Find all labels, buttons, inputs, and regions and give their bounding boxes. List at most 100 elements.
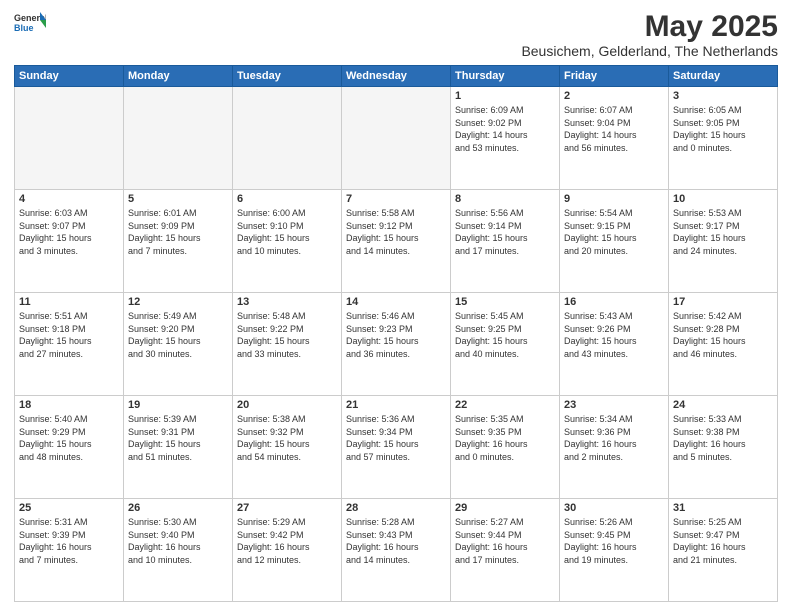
day-info: Sunrise: 6:07 AM Sunset: 9:04 PM Dayligh…: [564, 104, 664, 154]
calendar-cell: 16 Sunrise: 5:43 AM Sunset: 9:26 PM Dayli…: [560, 293, 669, 396]
calendar-title: May 2025: [521, 10, 778, 43]
header-sunday: Sunday: [15, 66, 124, 87]
calendar-cell: 28 Sunrise: 5:28 AM Sunset: 9:43 PM Dayli…: [342, 499, 451, 602]
day-info: Sunrise: 5:27 AM Sunset: 9:44 PM Dayligh…: [455, 516, 555, 566]
day-info: Sunrise: 5:53 AM Sunset: 9:17 PM Dayligh…: [673, 207, 773, 257]
logo-icon: General Blue: [14, 10, 46, 34]
day-number: 6: [237, 193, 337, 205]
calendar-cell: [342, 87, 451, 190]
calendar-week-5: 25 Sunrise: 5:31 AM Sunset: 9:39 PM Dayli…: [15, 499, 778, 602]
header-saturday: Saturday: [669, 66, 778, 87]
day-info: Sunrise: 5:36 AM Sunset: 9:34 PM Dayligh…: [346, 413, 446, 463]
calendar-cell: 20 Sunrise: 5:38 AM Sunset: 9:32 PM Dayli…: [233, 396, 342, 499]
calendar-cell: 5 Sunrise: 6:01 AM Sunset: 9:09 PM Daylig…: [124, 190, 233, 293]
calendar-cell: 18 Sunrise: 5:40 AM Sunset: 9:29 PM Dayli…: [15, 396, 124, 499]
logo: General Blue: [14, 10, 48, 34]
calendar-cell: 10 Sunrise: 5:53 AM Sunset: 9:17 PM Dayli…: [669, 190, 778, 293]
calendar-cell: 25 Sunrise: 5:31 AM Sunset: 9:39 PM Dayli…: [15, 499, 124, 602]
day-info: Sunrise: 5:43 AM Sunset: 9:26 PM Dayligh…: [564, 310, 664, 360]
day-number: 7: [346, 193, 446, 205]
day-info: Sunrise: 5:29 AM Sunset: 9:42 PM Dayligh…: [237, 516, 337, 566]
day-info: Sunrise: 5:25 AM Sunset: 9:47 PM Dayligh…: [673, 516, 773, 566]
day-number: 14: [346, 296, 446, 308]
calendar-cell: 21 Sunrise: 5:36 AM Sunset: 9:34 PM Dayli…: [342, 396, 451, 499]
day-info: Sunrise: 5:30 AM Sunset: 9:40 PM Dayligh…: [128, 516, 228, 566]
day-info: Sunrise: 5:49 AM Sunset: 9:20 PM Dayligh…: [128, 310, 228, 360]
calendar-cell: 19 Sunrise: 5:39 AM Sunset: 9:31 PM Dayli…: [124, 396, 233, 499]
day-info: Sunrise: 5:28 AM Sunset: 9:43 PM Dayligh…: [346, 516, 446, 566]
calendar-cell: 14 Sunrise: 5:46 AM Sunset: 9:23 PM Dayli…: [342, 293, 451, 396]
calendar-cell: [15, 87, 124, 190]
day-info: Sunrise: 5:34 AM Sunset: 9:36 PM Dayligh…: [564, 413, 664, 463]
calendar-week-3: 11 Sunrise: 5:51 AM Sunset: 9:18 PM Dayli…: [15, 293, 778, 396]
header-monday: Monday: [124, 66, 233, 87]
day-number: 20: [237, 399, 337, 411]
calendar-cell: [124, 87, 233, 190]
day-info: Sunrise: 5:45 AM Sunset: 9:25 PM Dayligh…: [455, 310, 555, 360]
day-info: Sunrise: 5:40 AM Sunset: 9:29 PM Dayligh…: [19, 413, 119, 463]
weekday-header-row: Sunday Monday Tuesday Wednesday Thursday…: [15, 66, 778, 87]
day-info: Sunrise: 5:48 AM Sunset: 9:22 PM Dayligh…: [237, 310, 337, 360]
day-number: 31: [673, 502, 773, 514]
day-number: 27: [237, 502, 337, 514]
calendar-week-1: 1 Sunrise: 6:09 AM Sunset: 9:02 PM Daylig…: [15, 87, 778, 190]
day-number: 17: [673, 296, 773, 308]
calendar-cell: 3Sunrise: 6:05 AM Sunset: 9:05 PM Daylig…: [669, 87, 778, 190]
calendar-cell: 9Sunrise: 5:54 AM Sunset: 9:15 PM Daylig…: [560, 190, 669, 293]
day-number: 29: [455, 502, 555, 514]
day-info: Sunrise: 5:31 AM Sunset: 9:39 PM Dayligh…: [19, 516, 119, 566]
calendar-cell: 15Sunrise: 5:45 AM Sunset: 9:25 PM Dayli…: [451, 293, 560, 396]
calendar-cell: 30Sunrise: 5:26 AM Sunset: 9:45 PM Dayli…: [560, 499, 669, 602]
day-number: 10: [673, 193, 773, 205]
header: General Blue May 2025 Beusichem, Gelderl…: [14, 10, 778, 59]
calendar-cell: 7 Sunrise: 5:58 AM Sunset: 9:12 PM Daylig…: [342, 190, 451, 293]
day-info: Sunrise: 5:33 AM Sunset: 9:38 PM Dayligh…: [673, 413, 773, 463]
day-number: 16: [564, 296, 664, 308]
day-number: 24: [673, 399, 773, 411]
day-info: Sunrise: 5:38 AM Sunset: 9:32 PM Dayligh…: [237, 413, 337, 463]
day-info: Sunrise: 6:09 AM Sunset: 9:02 PM Dayligh…: [455, 104, 555, 154]
page: General Blue May 2025 Beusichem, Gelderl…: [0, 0, 792, 612]
calendar-cell: 22Sunrise: 5:35 AM Sunset: 9:35 PM Dayli…: [451, 396, 560, 499]
day-number: 25: [19, 502, 119, 514]
calendar-table: Sunday Monday Tuesday Wednesday Thursday…: [14, 65, 778, 602]
day-info: Sunrise: 5:39 AM Sunset: 9:31 PM Dayligh…: [128, 413, 228, 463]
day-number: 26: [128, 502, 228, 514]
day-number: 18: [19, 399, 119, 411]
header-thursday: Thursday: [451, 66, 560, 87]
day-info: Sunrise: 5:35 AM Sunset: 9:35 PM Dayligh…: [455, 413, 555, 463]
header-tuesday: Tuesday: [233, 66, 342, 87]
day-number: 23: [564, 399, 664, 411]
day-info: Sunrise: 5:26 AM Sunset: 9:45 PM Dayligh…: [564, 516, 664, 566]
calendar-cell: 8Sunrise: 5:56 AM Sunset: 9:14 PM Daylig…: [451, 190, 560, 293]
calendar-cell: 6Sunrise: 6:00 AM Sunset: 9:10 PM Daylig…: [233, 190, 342, 293]
day-info: Sunrise: 5:51 AM Sunset: 9:18 PM Dayligh…: [19, 310, 119, 360]
svg-text:Blue: Blue: [14, 23, 34, 33]
day-number: 21: [346, 399, 446, 411]
day-info: Sunrise: 5:46 AM Sunset: 9:23 PM Dayligh…: [346, 310, 446, 360]
calendar-cell: [233, 87, 342, 190]
calendar-cell: 27 Sunrise: 5:29 AM Sunset: 9:42 PM Dayli…: [233, 499, 342, 602]
calendar-cell: 12Sunrise: 5:49 AM Sunset: 9:20 PM Dayli…: [124, 293, 233, 396]
day-info: Sunrise: 5:58 AM Sunset: 9:12 PM Dayligh…: [346, 207, 446, 257]
day-number: 19: [128, 399, 228, 411]
day-info: Sunrise: 5:42 AM Sunset: 9:28 PM Dayligh…: [673, 310, 773, 360]
day-number: 5: [128, 193, 228, 205]
calendar-week-4: 18 Sunrise: 5:40 AM Sunset: 9:29 PM Dayli…: [15, 396, 778, 499]
day-number: 28: [346, 502, 446, 514]
day-number: 2: [564, 90, 664, 102]
header-friday: Friday: [560, 66, 669, 87]
day-number: 11: [19, 296, 119, 308]
calendar-week-2: 4Sunrise: 6:03 AM Sunset: 9:07 PM Daylig…: [15, 190, 778, 293]
calendar-cell: 17 Sunrise: 5:42 AM Sunset: 9:28 PM Dayli…: [669, 293, 778, 396]
calendar-cell: 23 Sunrise: 5:34 AM Sunset: 9:36 PM Dayli…: [560, 396, 669, 499]
day-number: 1: [455, 90, 555, 102]
day-number: 9: [564, 193, 664, 205]
calendar-subtitle: Beusichem, Gelderland, The Netherlands: [521, 43, 778, 59]
day-info: Sunrise: 6:01 AM Sunset: 9:09 PM Dayligh…: [128, 207, 228, 257]
day-info: Sunrise: 6:05 AM Sunset: 9:05 PM Dayligh…: [673, 104, 773, 154]
day-info: Sunrise: 5:56 AM Sunset: 9:14 PM Dayligh…: [455, 207, 555, 257]
title-block: May 2025 Beusichem, Gelderland, The Neth…: [521, 10, 778, 59]
calendar-cell: 31 Sunrise: 5:25 AM Sunset: 9:47 PM Dayli…: [669, 499, 778, 602]
day-number: 13: [237, 296, 337, 308]
